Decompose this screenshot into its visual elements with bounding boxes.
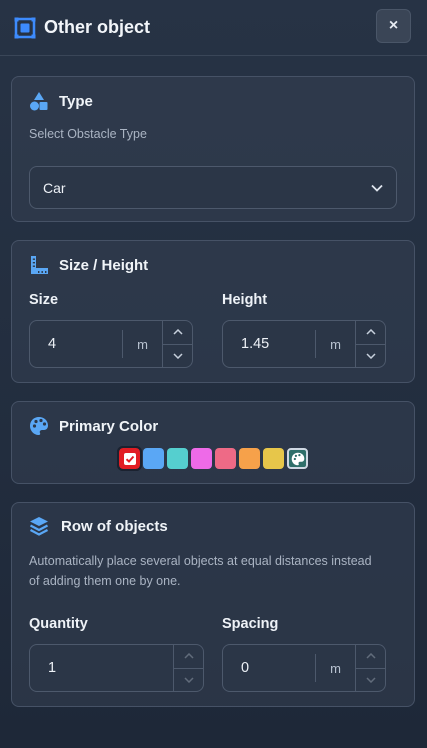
size-label: Size	[29, 292, 59, 308]
type-hint: Select Obstacle Type	[29, 127, 147, 141]
chevron-down-icon	[172, 353, 183, 359]
chevron-down-icon	[365, 353, 376, 359]
spacing-input[interactable]: 0 m	[222, 644, 386, 692]
panel-header: Other object ×	[0, 0, 427, 56]
size-decrement-button[interactable]	[163, 343, 192, 368]
spacing-unit: m	[315, 654, 355, 682]
layers-icon	[29, 516, 49, 536]
obstacle-type-select[interactable]: Car	[29, 166, 397, 209]
size-stepper	[162, 321, 192, 367]
height-label: Height	[222, 292, 268, 308]
swatch-blue[interactable]	[143, 448, 164, 469]
size-unit: m	[122, 330, 162, 358]
color-section: Primary Color	[11, 401, 415, 484]
spacing-decrement-button[interactable]	[356, 667, 385, 692]
spacing-stepper	[355, 645, 385, 691]
size-increment-button[interactable]	[163, 321, 192, 344]
quantity-increment-button[interactable]	[174, 645, 203, 668]
quantity-decrement-button[interactable]	[174, 667, 203, 692]
height-unit: m	[315, 330, 355, 358]
spacing-label: Spacing	[222, 616, 279, 632]
size-section-header: Size / Height	[29, 255, 148, 275]
chevron-up-icon	[365, 329, 376, 335]
row-section: Row of objects Automatically place sever…	[11, 502, 415, 707]
color-section-header: Primary Color	[29, 416, 158, 436]
color-swatches	[117, 446, 308, 471]
chevron-up-icon	[172, 329, 183, 335]
height-input[interactable]: 1.45 m	[222, 320, 386, 368]
type-section-title: Type	[59, 92, 93, 110]
spacing-value: 0	[241, 660, 250, 676]
size-input[interactable]: 4 m	[29, 320, 193, 368]
swatch-custom[interactable]	[287, 448, 308, 469]
object-panel: Other object × Type Select Obstacle Type…	[0, 0, 427, 748]
swatch-teal[interactable]	[167, 448, 188, 469]
close-icon: ×	[388, 17, 399, 34]
swatch-magenta[interactable]	[191, 448, 212, 469]
row-hint: Automatically place several objects at e…	[29, 552, 372, 591]
size-section-title: Size / Height	[59, 256, 149, 274]
quantity-input[interactable]: 1	[29, 644, 204, 692]
chevron-up-icon	[183, 653, 194, 659]
height-stepper	[355, 321, 385, 367]
chevron-down-icon	[183, 677, 194, 683]
row-hint-line2: of adding them one by one.	[29, 573, 181, 588]
type-section: Type Select Obstacle Type Car	[11, 76, 415, 222]
palette-icon	[291, 452, 304, 465]
height-value: 1.45	[241, 336, 270, 352]
size-section: Size / Height Size 4 m Height 1.45 m	[11, 240, 415, 383]
color-section-title: Primary Color	[59, 417, 159, 435]
palette-icon	[29, 416, 49, 436]
close-button[interactable]: ×	[376, 9, 411, 43]
obstacle-type-value: Car	[43, 179, 66, 196]
height-increment-button[interactable]	[356, 321, 385, 344]
panel-title: Other object	[44, 17, 151, 37]
type-section-header: Type	[29, 91, 93, 111]
shapes-icon	[29, 91, 49, 111]
ruler-icon	[29, 255, 49, 275]
spacing-increment-button[interactable]	[356, 645, 385, 668]
swatch-orange[interactable]	[239, 448, 260, 469]
quantity-label: Quantity	[29, 616, 88, 632]
checkmark-icon	[123, 452, 136, 465]
chevron-down-icon	[371, 184, 383, 192]
quantity-stepper	[173, 645, 203, 691]
chevron-down-icon	[365, 677, 376, 683]
swatch-yellow[interactable]	[263, 448, 284, 469]
swatch-pink[interactable]	[215, 448, 236, 469]
swatch-red[interactable]	[117, 446, 142, 471]
height-decrement-button[interactable]	[356, 343, 385, 368]
row-section-title: Row of objects	[61, 517, 168, 535]
row-section-header: Row of objects	[29, 516, 168, 536]
chevron-up-icon	[365, 653, 376, 659]
object-frame-icon	[14, 17, 36, 39]
row-hint-line1: Automatically place several objects at e…	[29, 554, 372, 568]
quantity-value: 1	[48, 660, 57, 676]
size-value: 4	[48, 336, 57, 352]
